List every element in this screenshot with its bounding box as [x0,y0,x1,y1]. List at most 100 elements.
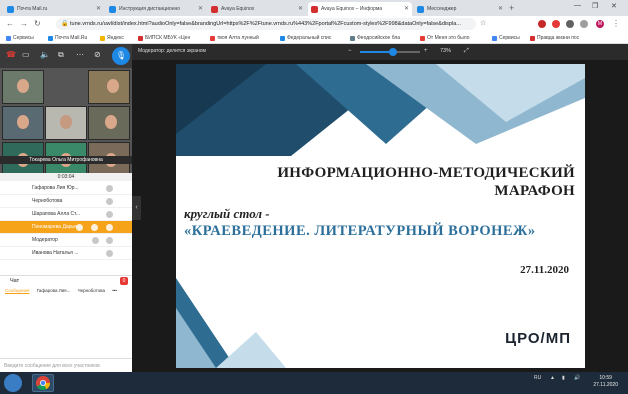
close-icon[interactable]: ✕ [298,5,303,12]
tab-label: Avaya Equinox – Информа [321,6,383,12]
bookmark-item[interactable]: БИПСК МБУК «Цен [138,35,190,41]
tray-arrow-icon[interactable]: ▲ [550,375,555,381]
participant-row[interactable]: Иванова Наталья ... [0,247,132,260]
chat-more-tab[interactable]: ••• [112,288,117,293]
participant-video [17,79,29,93]
tab-instruction[interactable]: Инструкция дистанционно ✕ [106,2,206,16]
bookmark-icon [420,35,425,41]
tab-messenger[interactable]: Мессенджер ✕ [414,2,506,16]
minimize-icon[interactable]: — [574,2,581,9]
video-tile[interactable] [88,70,130,104]
share-icon[interactable]: ⧉ [58,50,64,60]
participant-list: Гафарова Лия Юр... Черноботова Шарапова … [0,182,132,268]
bookmark-item[interactable]: От Меня это было [420,35,470,41]
network-icon[interactable]: ▮ [562,375,565,381]
mic-muted-icon[interactable] [106,185,113,192]
microphone-icon[interactable]: 🎙 [112,47,130,65]
apps-icon [6,35,11,41]
chat-icon[interactable] [76,224,83,231]
star-icon[interactable]: ☆ [480,19,486,27]
tab-avaya[interactable]: Avaya Equinox ✕ [208,2,306,16]
zoom-slider-knob[interactable] [389,48,397,56]
bookmark-icon [138,35,143,41]
apps-icon [492,35,497,41]
chrome-icon [36,376,51,391]
zoom-in-icon[interactable]: + [424,48,428,54]
more-icon[interactable]: ⋯ [76,50,84,59]
active-speaker-name: Токарева Ольга Митрофановна [0,156,132,164]
messenger-icon [417,5,424,13]
video-tile[interactable] [2,70,44,104]
participant-name: Гафарова Лия Юр... [32,185,79,191]
speaker-icon[interactable]: 🔈 [40,50,50,59]
chat-tab[interactable]: Сообщения [5,288,29,293]
bookmark-item[interactable]: Почта Mail.Ru [48,35,87,41]
hangup-icon[interactable]: ☎ [6,50,16,59]
chat-tab[interactable]: Гафарова Лия... [37,288,71,293]
call-controls: ☎ ▭ 🔈 ⧉ ⋯ ⊘ 🎙 [0,44,132,68]
menu-icon[interactable]: ⋮ [612,19,620,28]
participant-row[interactable]: Черноботова [0,195,132,208]
start-button[interactable] [4,374,22,392]
mic-icon[interactable] [106,224,113,231]
chrome-taskbar-button[interactable] [32,374,54,392]
bookmark-item[interactable]: Сервисы [492,35,520,41]
zoom-slider[interactable] [360,48,420,56]
yandex-icon [100,35,105,41]
bookmark-item[interactable]: Яндекс [100,35,124,41]
clock[interactable]: 10:59 27.11.2020 [593,375,618,389]
extension-icon[interactable] [552,20,560,28]
volume-icon[interactable]: 🔊 [574,375,580,381]
close-icon[interactable]: ✕ [498,5,503,12]
participant-row[interactable]: Модератор [0,234,132,247]
extensions-puzzle-icon[interactable] [580,20,588,28]
video-icon[interactable] [92,237,99,244]
clock-date: 27.11.2020 [593,382,618,388]
mic-muted-icon[interactable] [106,211,113,218]
close-icon[interactable]: ✕ [96,5,101,12]
collapse-panel-handle[interactable]: ‹ [132,196,141,220]
back-icon[interactable]: ← [6,19,14,28]
video-off-icon[interactable]: ⊘ [94,50,101,59]
bookmark-item[interactable]: Правда жизни пос [530,35,579,41]
bookmark-item[interactable]: Федеральный спис [280,35,331,41]
mic-icon[interactable] [106,237,113,244]
zoom-out-icon[interactable]: − [348,48,352,54]
participant-row[interactable]: Шарапова Алла Ст... [0,208,132,221]
chat-header[interactable]: Чат 0 [0,275,132,285]
forward-icon[interactable]: → [20,19,28,28]
tab-avaya-info[interactable]: Avaya Equinox – Информа ✕ [308,2,412,16]
video-icon[interactable]: ▭ [22,50,30,59]
language-indicator[interactable]: RU [534,375,541,381]
mail-icon [48,35,53,41]
video-tile[interactable] [88,106,130,140]
extension-icon[interactable] [566,20,574,28]
avaya-icon [211,5,218,13]
profile-avatar[interactable]: M [596,20,604,28]
participant-video [17,115,29,129]
mic-muted-icon[interactable] [106,198,113,205]
bookmark-item[interactable]: твоя Алта лунный [210,35,259,41]
bookmark-item[interactable]: Феодосийское бла [350,35,400,41]
close-window-icon[interactable]: ✕ [611,2,617,10]
bookmark-item[interactable]: Сервисы [6,35,34,41]
reload-icon[interactable]: ↻ [34,19,41,28]
address-bar[interactable]: 🔒 tune.vrnds.ru/uwl/dist/index.html?audi… [56,18,476,30]
moderator-status: Модератор: делится экраном [138,48,206,54]
chat-input[interactable]: Введите сообщение для всех участников [0,358,132,372]
close-icon[interactable]: ✕ [404,5,409,12]
video-tile[interactable] [2,106,44,140]
maximize-icon[interactable]: ❐ [592,2,598,10]
participant-row[interactable]: Гафарова Лия Юр... [0,182,132,195]
extension-icon[interactable] [538,20,546,28]
mic-muted-icon[interactable] [106,250,113,257]
chat-tab[interactable]: Черноботова [78,288,105,293]
chat-title: Чат [10,278,20,284]
tab-mail[interactable]: Почта Mail.ru ✕ [4,2,104,16]
fullscreen-icon[interactable]: ⤢ [464,48,469,55]
video-icon[interactable] [91,224,98,231]
participant-row-highlighted[interactable]: Пономарева Дарья ... [0,221,132,234]
close-icon[interactable]: ✕ [198,5,203,12]
new-tab-button[interactable]: + [509,3,514,13]
video-tile[interactable] [45,106,87,140]
